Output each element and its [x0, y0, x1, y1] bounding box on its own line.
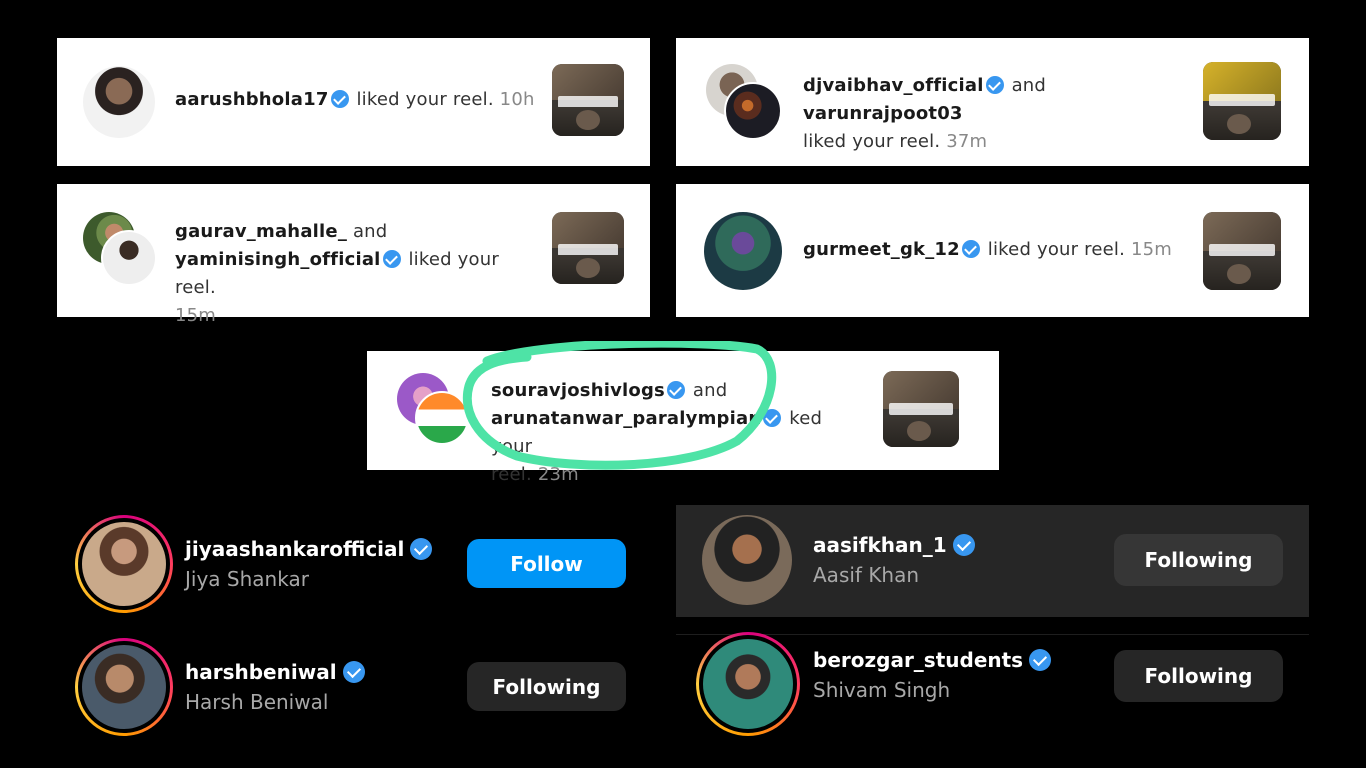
verified-icon [410, 538, 433, 560]
verified-icon [382, 250, 401, 268]
avatar [82, 645, 166, 729]
full-name: Jiya Shankar [185, 567, 309, 591]
notification-text: aarushbhola17 liked your reel. 10h [175, 89, 535, 110]
avatar [703, 639, 793, 729]
verified-icon [952, 534, 975, 556]
account-row-2[interactable]: aasifkhan_1 Aasif Khan Following [676, 505, 1309, 617]
avatar[interactable] [83, 66, 155, 138]
username-link[interactable]: djvaibhav_official [803, 75, 984, 96]
full-name: Harsh Beniwal [185, 690, 329, 714]
full-name: Aasif Khan [813, 563, 920, 587]
username-link[interactable]: yaminisingh_official [175, 249, 381, 270]
reel-thumbnail[interactable] [1203, 212, 1281, 290]
notification-card-2[interactable]: djvaibhav_official and varunrajpoot03 li… [676, 38, 1309, 166]
follow-button[interactable]: Follow [467, 539, 626, 588]
username-link[interactable]: gaurav_mahalle_ [175, 221, 347, 242]
verified-icon [342, 661, 365, 683]
reel-thumbnail[interactable] [552, 212, 624, 284]
story-ring[interactable] [75, 638, 173, 736]
full-name: Shivam Singh [813, 678, 951, 702]
following-button[interactable]: Following [1114, 534, 1283, 586]
username[interactable]: jiyaashankarofficial [185, 537, 433, 561]
avatar [82, 522, 166, 606]
verified-icon [961, 240, 980, 258]
reel-thumbnail[interactable] [1203, 62, 1281, 140]
username[interactable]: berozgar_students [813, 648, 1052, 672]
account-row-3[interactable]: harshbeniwal Harsh Beniwal Following [57, 630, 650, 745]
notification-text: gaurav_mahalle_ and yaminisingh_official… [175, 221, 499, 326]
reel-thumbnail[interactable] [552, 64, 624, 136]
verified-icon [985, 76, 1004, 94]
notification-card-4[interactable]: gurmeet_gk_12 liked your reel. 15m [676, 184, 1309, 317]
avatar-front[interactable] [101, 230, 157, 286]
notification-card-1[interactable]: aarushbhola17 liked your reel. 10h [57, 38, 650, 166]
avatar[interactable] [702, 515, 792, 605]
notification-card-3[interactable]: gaurav_mahalle_ and yaminisingh_official… [57, 184, 650, 326]
verified-icon [330, 90, 349, 108]
story-ring[interactable] [696, 632, 800, 736]
avatar-front[interactable] [724, 82, 782, 140]
story-ring[interactable] [75, 515, 173, 613]
account-row-4[interactable]: berozgar_students Shivam Singh Following [676, 628, 1309, 743]
following-button[interactable]: Following [1114, 650, 1283, 702]
avatar[interactable] [704, 212, 782, 290]
username[interactable]: aasifkhan_1 [813, 533, 975, 557]
verified-icon [1029, 649, 1052, 671]
notification-text: djvaibhav_official and varunrajpoot03 li… [803, 75, 1047, 152]
username-link[interactable]: aarushbhola17 [175, 89, 329, 110]
username-link[interactable]: varunrajpoot03 [803, 103, 963, 124]
account-row-1[interactable]: jiyaashankarofficial Jiya Shankar Follow [57, 505, 650, 620]
reel-thumbnail[interactable] [883, 371, 959, 447]
username[interactable]: harshbeniwal [185, 660, 365, 684]
following-button[interactable]: Following [467, 662, 626, 711]
highlight-circle [462, 341, 777, 470]
notification-text: gurmeet_gk_12 liked your reel. 15m [803, 239, 1173, 260]
username-link[interactable]: gurmeet_gk_12 [803, 239, 960, 260]
notification-card-5[interactable]: souravjoshivlogs and arunatanwar_paralym… [367, 341, 999, 485]
